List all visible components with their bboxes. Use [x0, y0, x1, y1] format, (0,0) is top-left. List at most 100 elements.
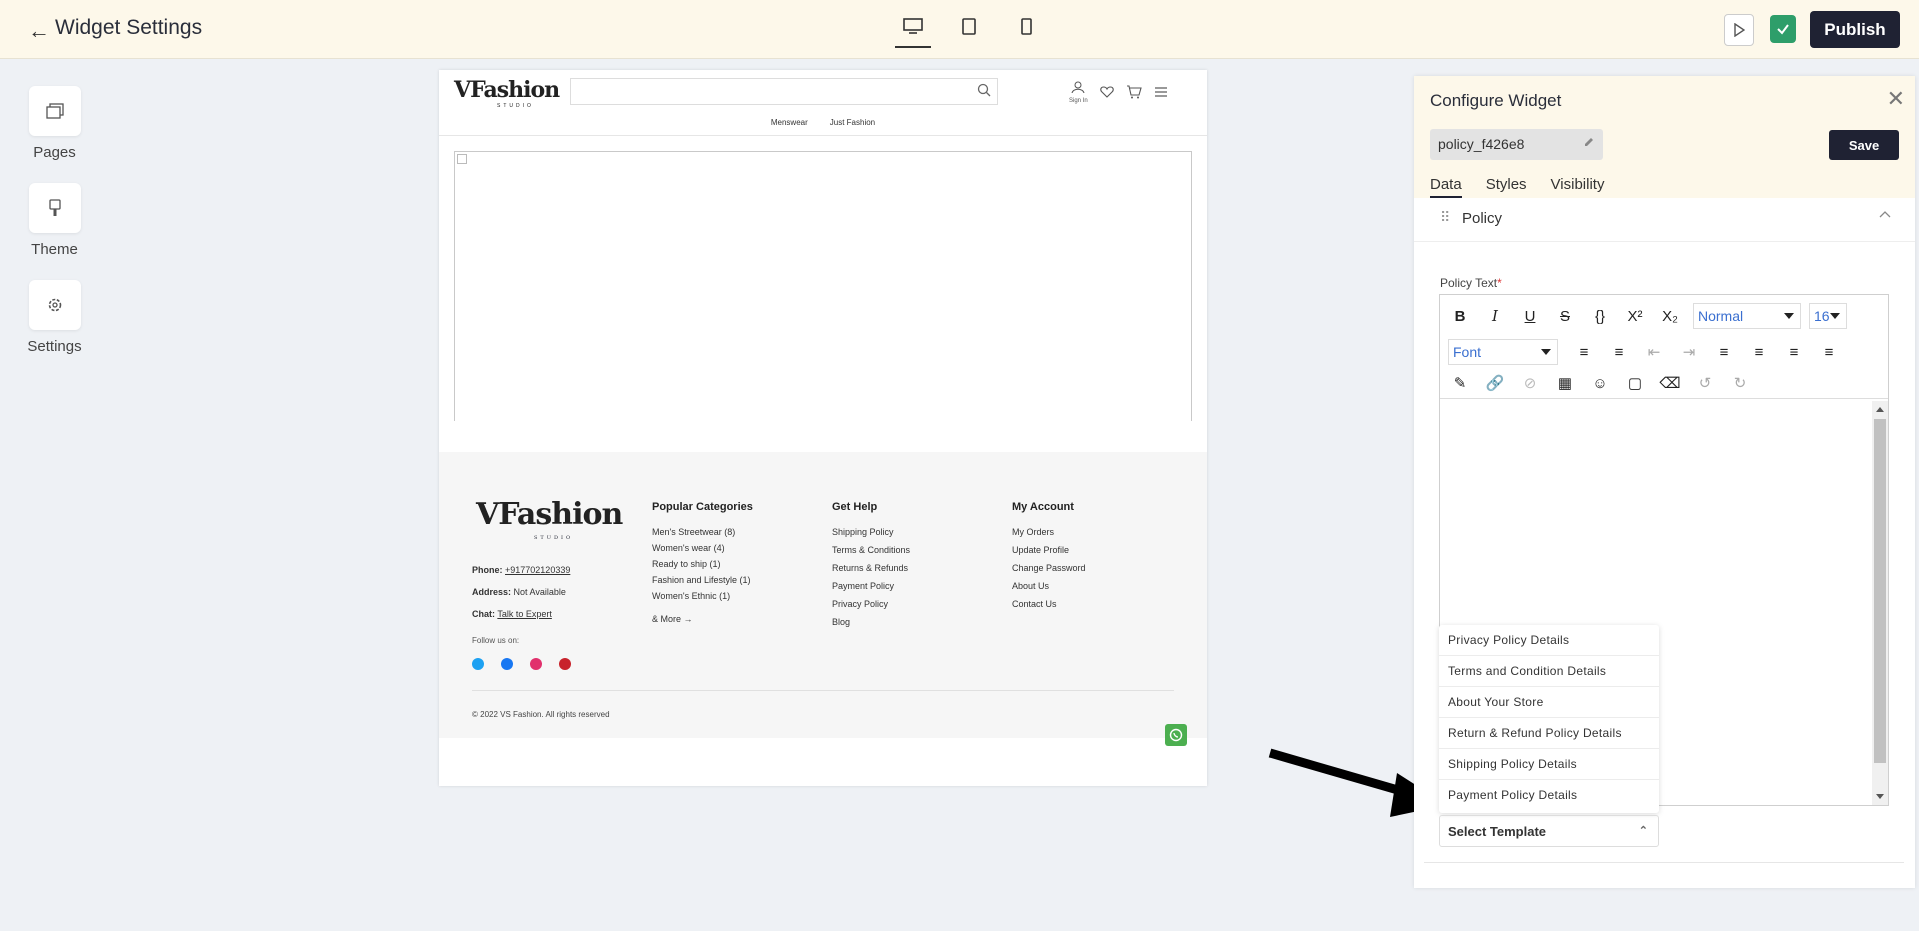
- indent-icon[interactable]: ⇥: [1677, 340, 1701, 364]
- footer-link[interactable]: Payment Policy: [832, 581, 910, 591]
- tab-styles[interactable]: Styles: [1486, 176, 1527, 198]
- eraser-icon[interactable]: ⌫: [1658, 371, 1682, 395]
- undo-icon[interactable]: ↺: [1693, 371, 1717, 395]
- user-signin[interactable]: Sign In: [1069, 80, 1088, 104]
- html-source-icon[interactable]: ▦: [1553, 371, 1577, 395]
- pencil-icon[interactable]: [1583, 136, 1595, 148]
- close-icon[interactable]: ✕: [1887, 86, 1905, 112]
- align-center-icon[interactable]: ≡: [1747, 340, 1771, 364]
- font-size-select[interactable]: 16: [1809, 303, 1847, 329]
- footer-link[interactable]: Terms & Conditions: [832, 545, 910, 555]
- footer-link[interactable]: Ready to ship (1): [652, 559, 753, 569]
- desktop-view-button[interactable]: [895, 18, 931, 48]
- align-left-icon[interactable]: ≡: [1712, 340, 1736, 364]
- instagram-icon[interactable]: [530, 658, 542, 670]
- footer-link[interactable]: Change Password: [1012, 563, 1086, 573]
- save-button[interactable]: Save: [1829, 130, 1899, 160]
- link-icon[interactable]: 🔗: [1483, 371, 1507, 395]
- save-check-button[interactable]: [1770, 15, 1796, 43]
- sidebar-item-theme[interactable]: Theme: [0, 183, 109, 258]
- footer-link[interactable]: Blog: [832, 617, 910, 627]
- underline-icon[interactable]: U: [1518, 304, 1542, 328]
- redo-icon[interactable]: ↻: [1728, 371, 1752, 395]
- outdent-icon[interactable]: ⇤: [1642, 340, 1666, 364]
- toolbar-row-1: B I U S {} X² X₂ Normal 16: [1448, 303, 1896, 329]
- tablet-view-button[interactable]: [951, 18, 987, 48]
- chat-link[interactable]: Talk to Expert: [497, 609, 552, 619]
- scroll-down-icon[interactable]: [1876, 794, 1884, 799]
- chevron-up-icon[interactable]: [1879, 210, 1891, 218]
- chevron-up-icon: ⌃: [1638, 825, 1648, 837]
- menu-icon[interactable]: [1154, 86, 1168, 98]
- heart-icon[interactable]: [1099, 86, 1114, 98]
- template-option[interactable]: About Your Store: [1439, 687, 1659, 718]
- image-icon[interactable]: ▢: [1623, 371, 1647, 395]
- tablet-icon: [962, 18, 976, 35]
- footer-link[interactable]: Shipping Policy: [832, 527, 910, 537]
- select-template-dropdown[interactable]: Select Template ⌃: [1439, 815, 1659, 847]
- strikethrough-icon[interactable]: S: [1553, 304, 1577, 328]
- pinterest-icon[interactable]: [559, 658, 571, 670]
- unlink-icon[interactable]: ⊘: [1518, 371, 1542, 395]
- template-option[interactable]: Terms and Condition Details: [1439, 656, 1659, 687]
- template-option[interactable]: Return & Refund Policy Details: [1439, 718, 1659, 749]
- footer-link[interactable]: Contact Us: [1012, 599, 1086, 609]
- align-right-icon[interactable]: ≡: [1782, 340, 1806, 364]
- subscript-icon[interactable]: X₂: [1658, 304, 1682, 328]
- code-block-icon[interactable]: {}: [1588, 304, 1612, 328]
- superscript-icon[interactable]: X²: [1623, 304, 1647, 328]
- search-icon: [977, 83, 991, 97]
- facebook-icon[interactable]: [501, 658, 513, 670]
- phone-link[interactable]: +917702120339: [505, 565, 570, 575]
- drag-handle-icon[interactable]: ⠿: [1440, 209, 1450, 226]
- more-categories-link[interactable]: & More →: [652, 614, 753, 624]
- tab-visibility[interactable]: Visibility: [1551, 176, 1605, 198]
- footer-link[interactable]: Women's Ethnic (1): [652, 591, 753, 601]
- paragraph-format-select[interactable]: Normal: [1693, 303, 1801, 329]
- store-search-input[interactable]: [570, 78, 998, 105]
- footer-link[interactable]: Update Profile: [1012, 545, 1086, 555]
- footer-col-title: Popular Categories: [652, 501, 753, 513]
- widget-name-field[interactable]: policy_f426e8: [1430, 129, 1603, 160]
- italic-icon[interactable]: I: [1483, 304, 1507, 328]
- store-logo[interactable]: VFashion: [454, 77, 560, 103]
- font-family-select[interactable]: Font: [1448, 339, 1558, 365]
- whatsapp-icon[interactable]: [1165, 724, 1187, 746]
- nav-link-menswear[interactable]: Menswear: [771, 118, 808, 127]
- template-option[interactable]: Payment Policy Details: [1439, 780, 1659, 811]
- template-option[interactable]: Privacy Policy Details: [1439, 625, 1659, 656]
- sidebar-label-theme: Theme: [31, 241, 78, 258]
- user-icon: [1071, 81, 1085, 94]
- editor-scrollbar[interactable]: [1872, 401, 1888, 805]
- numbered-list-icon[interactable]: ≡: [1607, 340, 1631, 364]
- footer-link[interactable]: My Orders: [1012, 527, 1086, 537]
- store-footer: VFashion STUDIO Phone: +917702120339 Add…: [439, 452, 1207, 738]
- scroll-thumb[interactable]: [1874, 419, 1886, 763]
- mobile-view-button[interactable]: [1008, 18, 1044, 48]
- tab-data[interactable]: Data: [1430, 176, 1462, 198]
- policy-section-header[interactable]: ⠿ Policy: [1414, 198, 1915, 242]
- footer-link[interactable]: Women's wear (4): [652, 543, 753, 553]
- twitter-icon[interactable]: [472, 658, 484, 670]
- bullet-list-icon[interactable]: ≡: [1572, 340, 1596, 364]
- nav-link-just-fashion[interactable]: Just Fashion: [830, 118, 875, 127]
- sidebar-item-settings[interactable]: Settings: [0, 280, 109, 355]
- footer-link[interactable]: Men's Streetwear (8): [652, 527, 753, 537]
- preview-canvas[interactable]: VFashion STUDIO Sign In Menswear Just Fa…: [439, 70, 1207, 786]
- preview-play-button[interactable]: [1724, 14, 1754, 46]
- publish-button[interactable]: Publish: [1810, 11, 1900, 48]
- footer-link[interactable]: Privacy Policy: [832, 599, 910, 609]
- bold-icon[interactable]: B: [1448, 304, 1472, 328]
- footer-col-account: My Account My Orders Update Profile Chan…: [1012, 501, 1086, 617]
- footer-link[interactable]: Returns & Refunds: [832, 563, 910, 573]
- sidebar-item-pages[interactable]: Pages: [0, 86, 109, 161]
- align-justify-icon[interactable]: ≡: [1817, 340, 1841, 364]
- scroll-up-icon[interactable]: [1876, 407, 1884, 412]
- back-arrow-icon[interactable]: ←: [28, 18, 50, 44]
- text-color-icon[interactable]: ✎: [1448, 371, 1472, 395]
- template-option[interactable]: Shipping Policy Details: [1439, 749, 1659, 780]
- footer-link[interactable]: Fashion and Lifestyle (1): [652, 575, 753, 585]
- cart-icon[interactable]: [1126, 85, 1142, 99]
- footer-link[interactable]: About Us: [1012, 581, 1086, 591]
- emoji-icon[interactable]: ☺: [1588, 371, 1612, 395]
